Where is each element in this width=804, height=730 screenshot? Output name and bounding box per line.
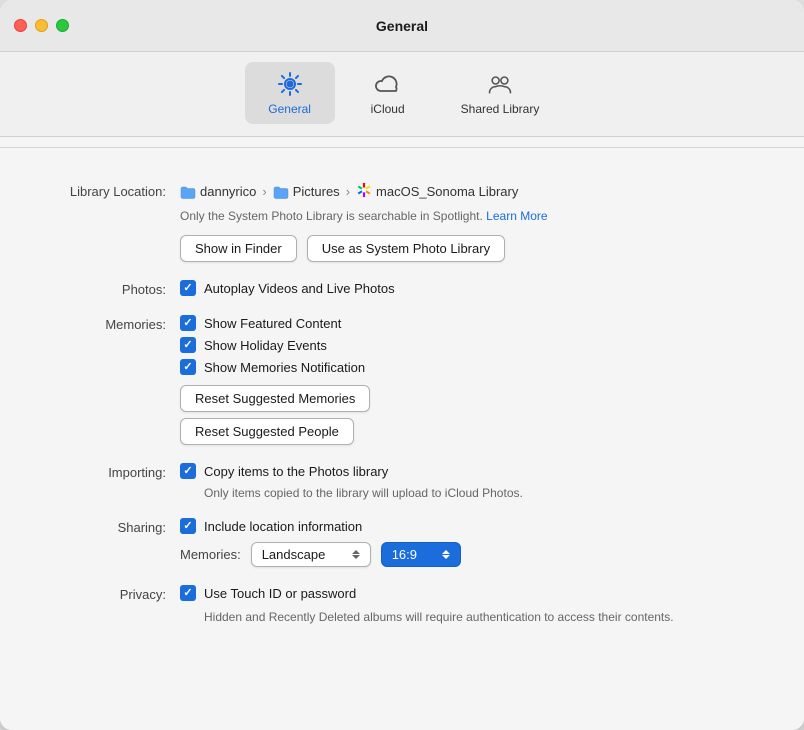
privacy-note: Hidden and Recently Deleted albums will … bbox=[204, 608, 684, 626]
memories-select-row: Memories: Landscape 16:9 bbox=[180, 542, 764, 567]
path-library: macOS_Sonoma Library bbox=[376, 184, 518, 199]
spotlight-note: Only the System Photo Library is searcha… bbox=[180, 209, 764, 223]
holiday-check-icon: ✓ bbox=[183, 340, 192, 351]
sharing-memories-label: Memories: bbox=[180, 547, 241, 562]
content-area: Library Location: dannyrico › bbox=[0, 158, 804, 730]
sharing-row: Sharing: ✓ Include location information … bbox=[40, 518, 764, 567]
importing-content: ✓ Copy items to the Photos library Only … bbox=[180, 463, 764, 500]
icloud-icon bbox=[374, 70, 402, 98]
ratio-value: 16:9 bbox=[392, 547, 417, 562]
close-button[interactable] bbox=[14, 19, 27, 32]
privacy-row: Privacy: ✓ Use Touch ID or password Hidd… bbox=[40, 585, 764, 626]
shared-library-icon bbox=[486, 70, 514, 98]
main-window: General General iCloud bbox=[0, 0, 804, 730]
sep2: › bbox=[346, 184, 350, 199]
folder-icon-dannyrico bbox=[180, 184, 196, 200]
use-as-system-library-button[interactable]: Use as System Photo Library bbox=[307, 235, 505, 262]
touch-id-row: ✓ Use Touch ID or password bbox=[180, 585, 764, 601]
location-info-checkbox[interactable]: ✓ bbox=[180, 518, 196, 534]
memories-label: Memories: bbox=[40, 315, 180, 332]
photos-content: ✓ Autoplay Videos and Live Photos bbox=[180, 280, 764, 296]
privacy-content: ✓ Use Touch ID or password Hidden and Re… bbox=[180, 585, 764, 626]
holiday-events-checkbox[interactable]: ✓ bbox=[180, 337, 196, 353]
photos-icon-inline bbox=[356, 182, 372, 201]
memories-notif-check-icon: ✓ bbox=[183, 362, 192, 373]
maximize-button[interactable] bbox=[56, 19, 69, 32]
tab-shared-library-label: Shared Library bbox=[461, 102, 540, 116]
copy-items-label: Copy items to the Photos library bbox=[204, 464, 388, 479]
tab-general[interactable]: General bbox=[245, 62, 335, 124]
location-info-row: ✓ Include location information bbox=[180, 518, 764, 534]
toolbar-separator bbox=[0, 147, 804, 148]
ratio-arrows-icon bbox=[442, 550, 450, 559]
tab-icloud-label: iCloud bbox=[371, 102, 405, 116]
memories-notification-checkbox[interactable]: ✓ bbox=[180, 359, 196, 375]
autoplay-row: ✓ Autoplay Videos and Live Photos bbox=[180, 280, 764, 296]
show-in-finder-button[interactable]: Show in Finder bbox=[180, 235, 297, 262]
path-dannyrico: dannyrico bbox=[200, 184, 256, 199]
toolbar: General iCloud Shared Library bbox=[0, 52, 804, 137]
autoplay-label: Autoplay Videos and Live Photos bbox=[204, 281, 395, 296]
copy-items-check-icon: ✓ bbox=[183, 466, 192, 477]
orientation-arrows-icon bbox=[352, 550, 360, 559]
location-check-icon: ✓ bbox=[183, 521, 192, 532]
autoplay-checkbox[interactable]: ✓ bbox=[180, 280, 196, 296]
touch-id-checkbox[interactable]: ✓ bbox=[180, 585, 196, 601]
orientation-value: Landscape bbox=[262, 547, 326, 562]
touch-id-label: Use Touch ID or password bbox=[204, 586, 356, 601]
holiday-events-row: ✓ Show Holiday Events bbox=[180, 337, 764, 353]
photos-row: Photos: ✓ Autoplay Videos and Live Photo… bbox=[40, 280, 764, 297]
sep1: › bbox=[262, 184, 266, 199]
library-location-label: Library Location: bbox=[40, 182, 180, 199]
memories-notification-label: Show Memories Notification bbox=[204, 360, 365, 375]
breadcrumb: dannyrico › Pictures › bbox=[180, 182, 764, 201]
touch-id-check-icon: ✓ bbox=[183, 588, 192, 599]
minimize-button[interactable] bbox=[35, 19, 48, 32]
tab-shared-library[interactable]: Shared Library bbox=[441, 62, 560, 124]
sharing-content: ✓ Include location information Memories:… bbox=[180, 518, 764, 567]
memories-content: ✓ Show Featured Content ✓ Show Holiday E… bbox=[180, 315, 764, 445]
importing-row: Importing: ✓ Copy items to the Photos li… bbox=[40, 463, 764, 500]
featured-content-checkbox[interactable]: ✓ bbox=[180, 315, 196, 331]
library-location-content: dannyrico › Pictures › bbox=[180, 182, 764, 262]
memories-row: Memories: ✓ Show Featured Content ✓ Show… bbox=[40, 315, 764, 445]
tab-general-label: General bbox=[268, 102, 311, 116]
featured-content-label: Show Featured Content bbox=[204, 316, 341, 331]
importing-label: Importing: bbox=[40, 463, 180, 480]
copy-items-row: ✓ Copy items to the Photos library bbox=[180, 463, 764, 479]
path-pictures: Pictures bbox=[293, 184, 340, 199]
copy-items-checkbox[interactable]: ✓ bbox=[180, 463, 196, 479]
privacy-label: Privacy: bbox=[40, 585, 180, 602]
learn-more-link[interactable]: Learn More bbox=[486, 209, 547, 223]
tab-icloud[interactable]: iCloud bbox=[343, 62, 433, 124]
library-location-row: Library Location: dannyrico › bbox=[40, 182, 764, 262]
autoplay-check-icon: ✓ bbox=[183, 283, 192, 294]
location-info-label: Include location information bbox=[204, 519, 362, 534]
photos-label: Photos: bbox=[40, 280, 180, 297]
orientation-select[interactable]: Landscape bbox=[251, 542, 371, 567]
featured-check-icon: ✓ bbox=[183, 318, 192, 329]
folder-icon-pictures bbox=[273, 184, 289, 200]
library-buttons: Show in Finder Use as System Photo Libra… bbox=[180, 235, 764, 262]
titlebar: General bbox=[0, 0, 804, 52]
general-icon bbox=[276, 70, 304, 98]
traffic-lights bbox=[14, 19, 69, 32]
holiday-events-label: Show Holiday Events bbox=[204, 338, 327, 353]
window-title: General bbox=[376, 18, 428, 34]
ratio-select[interactable]: 16:9 bbox=[381, 542, 461, 567]
reset-suggested-people-button[interactable]: Reset Suggested People bbox=[180, 418, 354, 445]
memories-notification-row: ✓ Show Memories Notification bbox=[180, 359, 764, 375]
featured-content-row: ✓ Show Featured Content bbox=[180, 315, 764, 331]
importing-note: Only items copied to the library will up… bbox=[204, 486, 764, 500]
sharing-label: Sharing: bbox=[40, 518, 180, 535]
reset-suggested-memories-button[interactable]: Reset Suggested Memories bbox=[180, 385, 370, 412]
